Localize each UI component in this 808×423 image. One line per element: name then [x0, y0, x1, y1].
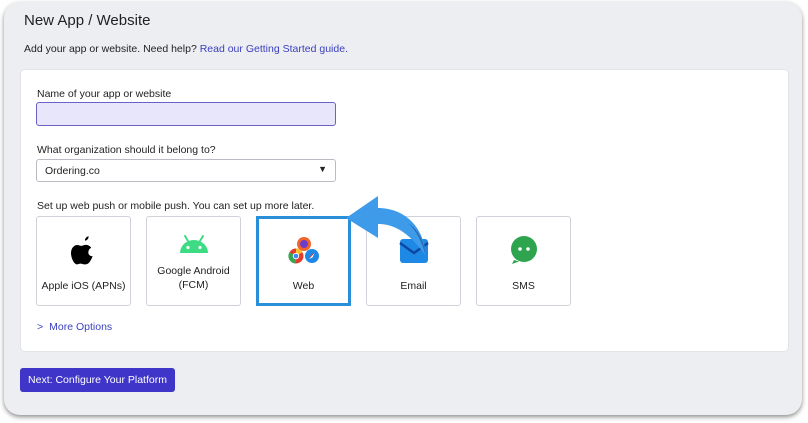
- org-select-value: Ordering.co: [45, 165, 100, 177]
- subtitle-text: Add your app or website. Need help?: [24, 43, 197, 55]
- page-title: New App / Website: [24, 12, 151, 29]
- more-options-toggle[interactable]: > More Options: [37, 321, 112, 333]
- more-options-label: More Options: [49, 321, 113, 333]
- org-field-label: What organization should it belong to?: [37, 144, 216, 156]
- name-field-label: Name of your app or website: [37, 88, 172, 100]
- platform-sms[interactable]: SMS: [476, 216, 571, 306]
- platform-label-apple: Apple iOS (APNs): [41, 280, 126, 292]
- caret-down-icon: ▼: [318, 164, 327, 174]
- app-name-input[interactable]: [36, 102, 336, 126]
- platform-label-email: Email: [400, 280, 427, 292]
- platform-google-android[interactable]: Google Android (FCM): [146, 216, 241, 306]
- page-subtitle: Add your app or website. Need help? Read…: [24, 43, 348, 55]
- platform-label-sms: SMS: [512, 280, 535, 292]
- org-select[interactable]: Ordering.co ▼: [36, 159, 336, 182]
- sms-icon: [477, 235, 570, 265]
- platform-web[interactable]: Web: [256, 216, 351, 306]
- android-icon: [147, 233, 240, 263]
- apple-icon: [37, 235, 130, 265]
- getting-started-link[interactable]: Read our Getting Started guide.: [200, 43, 348, 55]
- platform-label-android: Google Android (FCM): [157, 265, 230, 291]
- platform-label-web: Web: [292, 280, 315, 292]
- chevron-right-icon: >: [37, 321, 44, 333]
- next-configure-platform-button[interactable]: Next: Configure Your Platform: [20, 368, 175, 392]
- platform-apple-ios[interactable]: Apple iOS (APNs): [36, 216, 131, 306]
- browsers-icon: [259, 235, 348, 265]
- curved-arrow-icon: [346, 196, 426, 256]
- platform-label: Set up web push or mobile push. You can …: [37, 200, 315, 212]
